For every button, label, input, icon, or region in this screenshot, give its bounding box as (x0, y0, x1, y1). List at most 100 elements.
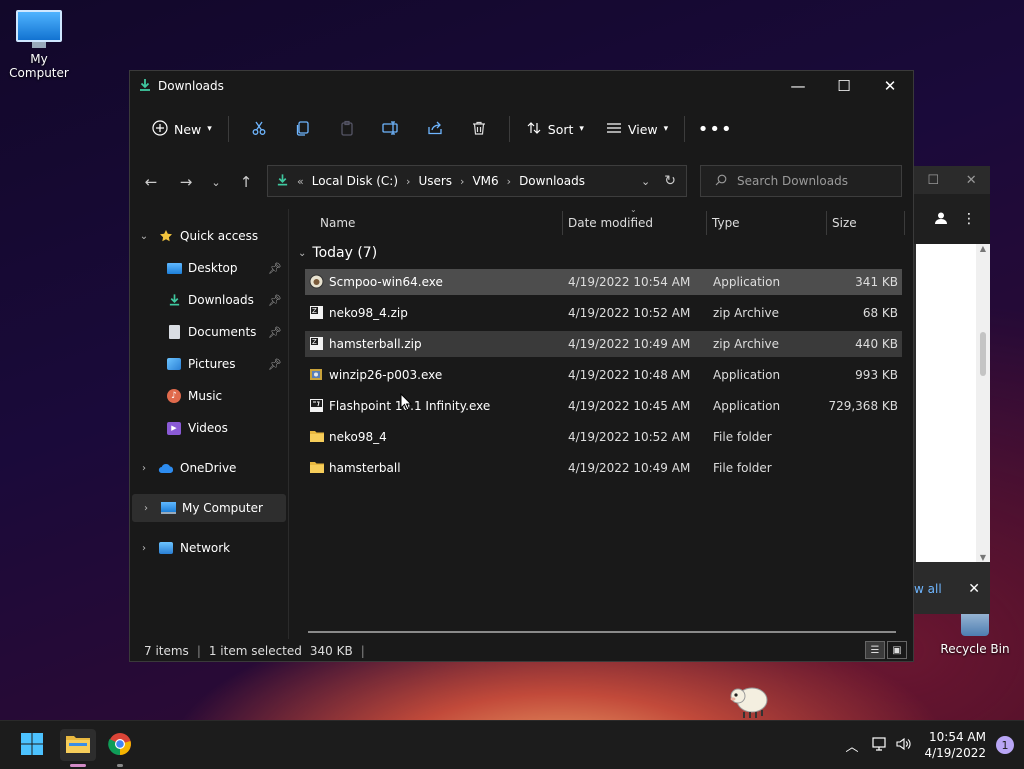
breadcrumb-local-disk[interactable]: Local Disk (C:) (312, 174, 398, 188)
background-window-page (916, 244, 976, 562)
file-date: 4/19/2022 10:52 AM (568, 430, 691, 444)
window-title: Downloads (158, 79, 224, 93)
sidebar-item-onedrive[interactable]: › OneDrive (130, 454, 288, 482)
chevron-right-icon[interactable]: › (132, 503, 160, 514)
chevron-right-icon[interactable]: › (130, 543, 158, 554)
profile-icon[interactable] (934, 211, 948, 228)
chevron-down-icon[interactable]: ⌄ (130, 231, 158, 242)
file-type: zip Archive (713, 306, 779, 320)
copy-button[interactable] (287, 113, 319, 145)
close-download-bar-icon[interactable]: ✕ (968, 581, 980, 597)
file-explorer-window[interactable]: Downloads — ☐ ✕ New ▾ Sort ▾ View ▾ ••• … (129, 70, 914, 662)
more-options-button[interactable]: ••• (698, 113, 732, 145)
scroll-up-icon[interactable]: ▲ (976, 244, 990, 253)
chevron-right-icon[interactable]: › (406, 175, 410, 188)
table-row[interactable]: Z neko98_4.zip 4/19/2022 10:52 AM zip Ar… (305, 300, 902, 326)
column-header-name[interactable]: Name (320, 207, 355, 239)
title-bar[interactable]: Downloads — ☐ ✕ (130, 71, 913, 101)
forward-button[interactable]: → (174, 171, 198, 193)
view-label: View (627, 121, 658, 137)
search-input[interactable]: Search Downloads (737, 174, 848, 188)
breadcrumb-users[interactable]: Users (418, 174, 452, 188)
details-view-button[interactable]: ☰ (865, 641, 885, 659)
back-button[interactable]: ← (139, 171, 163, 193)
notification-badge[interactable]: 1 (996, 736, 1014, 754)
cut-button[interactable] (243, 113, 275, 145)
view-lines-icon (606, 120, 622, 139)
overflow-prefix[interactable]: « (297, 175, 304, 188)
column-header-size[interactable]: Size (832, 207, 857, 239)
table-row[interactable]: Scmpoo-win64.exe 4/19/2022 10:54 AM Appl… (305, 269, 902, 295)
more-menu-icon[interactable]: ⋮ (962, 211, 976, 227)
column-divider[interactable] (706, 211, 707, 235)
taskbar-file-explorer[interactable] (60, 729, 96, 767)
table-row[interactable]: neko98_4 4/19/2022 10:52 AM File folder (305, 424, 902, 450)
maximize-icon[interactable]: ☐ (927, 173, 939, 188)
column-divider[interactable] (904, 211, 905, 235)
column-header-type[interactable]: Type (712, 207, 740, 239)
breadcrumb-downloads[interactable]: Downloads (519, 174, 585, 188)
sidebar-item-network[interactable]: › Network (130, 534, 288, 562)
share-button[interactable] (419, 113, 451, 145)
large-icons-view-button[interactable]: ▣ (887, 641, 907, 659)
maximize-button[interactable]: ☐ (821, 71, 867, 101)
table-row[interactable]: Z hamsterball.zip 4/19/2022 10:49 AM zip… (305, 331, 902, 357)
address-bar[interactable]: « Local Disk (C:) › Users › VM6 › Downlo… (267, 165, 687, 197)
delete-button[interactable] (463, 113, 495, 145)
minimize-button[interactable]: — (775, 71, 821, 101)
sidebar-item-downloads[interactable]: Downloads 📌︎ (130, 286, 288, 314)
column-divider[interactable] (562, 211, 563, 235)
search-box[interactable]: Search Downloads (700, 165, 902, 197)
sheep-desktop-pet[interactable] (728, 682, 770, 723)
sidebar-item-pictures[interactable]: Pictures 📌︎ (130, 350, 288, 378)
sidebar-item-quick-access[interactable]: ⌄ Quick access (130, 222, 288, 250)
navigation-bar: ← → ⌄ ↑ « Local Disk (C:) › Users › VM6 … (130, 165, 913, 199)
refresh-icon[interactable]: ↻ (664, 173, 676, 189)
horizontal-scrollbar[interactable] (308, 631, 896, 633)
table-row[interactable]: hamsterball 4/19/2022 10:49 AM File fold… (305, 455, 902, 481)
chevron-right-icon[interactable]: › (460, 175, 464, 188)
table-row[interactable]: winzip26-p003.exe 4/19/2022 10:48 AM App… (305, 362, 902, 388)
pane-divider[interactable] (288, 209, 289, 639)
background-window-scrollbar[interactable]: ▲ ▼ (976, 244, 990, 562)
chevron-right-icon[interactable]: › (130, 463, 158, 474)
group-header-today[interactable]: ⌄ Today (7) (298, 245, 377, 261)
up-button[interactable]: ↑ (234, 171, 258, 193)
close-button[interactable]: ✕ (867, 71, 913, 101)
table-row[interactable]: Flashpoint 10.1 Infinity.exe 4/19/2022 1… (305, 393, 902, 419)
status-separator: | (360, 644, 365, 658)
network-status-icon[interactable] (872, 736, 888, 754)
view-button[interactable]: View ▾ (598, 113, 676, 145)
sidebar-item-music[interactable]: ♪ Music (130, 382, 288, 410)
sidebar-item-videos[interactable]: ▶ Videos (130, 414, 288, 442)
show-all-link[interactable]: w all (914, 582, 942, 596)
column-divider[interactable] (826, 211, 827, 235)
clock[interactable]: 10:54 AM 4/19/2022 (924, 729, 986, 761)
column-header-label: Date modified (568, 216, 654, 230)
scrollbar-thumb[interactable] (980, 332, 986, 376)
breadcrumb-vm6[interactable]: VM6 (472, 174, 498, 188)
background-window[interactable]: ☐ ✕ ⋮ ▲ ▼ w all ✕ (914, 166, 990, 614)
sidebar-item-desktop[interactable]: Desktop 📌︎ (130, 254, 288, 282)
sidebar-item-label: Desktop (188, 261, 238, 275)
paste-button[interactable] (331, 113, 363, 145)
address-history-chevron-icon[interactable]: ⌄ (641, 175, 650, 188)
sidebar-item-documents[interactable]: Documents 📌︎ (130, 318, 288, 346)
sidebar-item-my-computer[interactable]: › My Computer (132, 494, 286, 522)
column-header-date-modified[interactable]: Date modified (568, 207, 653, 239)
sort-button[interactable]: Sort ▾ (518, 113, 592, 145)
recent-locations-button[interactable]: ⌄ (204, 171, 228, 193)
chevron-up-icon[interactable]: ︿ (845, 736, 858, 755)
chevron-right-icon[interactable]: › (507, 175, 511, 188)
file-name: winzip26-p003.exe (329, 368, 443, 382)
desktop-icon-my-computer[interactable]: My Computer (0, 10, 78, 80)
new-button[interactable]: New ▾ (144, 113, 220, 145)
close-icon[interactable]: ✕ (966, 173, 977, 188)
desktop-icon-recycle-bin[interactable]: Recycle Bin (940, 614, 1010, 656)
scroll-down-icon[interactable]: ▼ (976, 553, 990, 562)
taskbar-chrome[interactable] (104, 729, 136, 767)
rename-button[interactable] (375, 113, 407, 145)
start-button[interactable] (16, 729, 48, 761)
desktop-icon-label: My Computer (9, 52, 69, 80)
volume-icon[interactable] (896, 737, 912, 754)
